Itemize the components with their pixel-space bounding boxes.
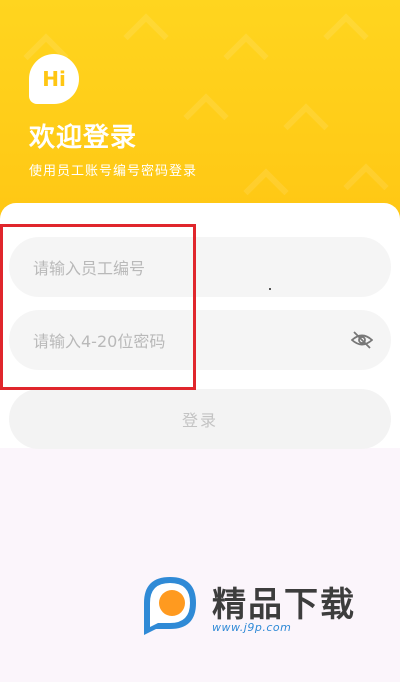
pattern-chevron — [343, 163, 389, 209]
watermark-url: www.j9p.com — [212, 621, 292, 634]
watermark: 精品下载 www.j9p.com — [136, 573, 376, 643]
stray-dot — [269, 288, 271, 290]
pattern-chevron — [223, 33, 269, 79]
employee-id-field[interactable]: 请输入员工编号 — [9, 237, 391, 297]
watermark-brand: 精品下载 — [212, 585, 356, 625]
eye-hidden-icon[interactable] — [351, 330, 373, 350]
login-button-label: 登录 — [181, 411, 218, 430]
hi-badge-text: Hi — [42, 67, 66, 91]
pattern-chevron — [123, 13, 169, 59]
watermark-logo-icon — [144, 577, 196, 635]
password-field[interactable]: 请输入4-20位密码 — [9, 310, 391, 370]
page-title: 欢迎登录 — [29, 123, 138, 153]
employee-id-placeholder: 请输入员工编号 — [33, 259, 146, 278]
hi-badge: Hi — [29, 54, 79, 104]
pattern-chevron — [183, 93, 229, 139]
pattern-chevron — [283, 103, 329, 149]
password-placeholder: 请输入4-20位密码 — [33, 332, 166, 351]
pattern-chevron — [323, 13, 369, 59]
page-subtitle: 使用员工账号编号密码登录 — [29, 164, 198, 179]
login-button[interactable]: 登录 — [9, 389, 391, 449]
